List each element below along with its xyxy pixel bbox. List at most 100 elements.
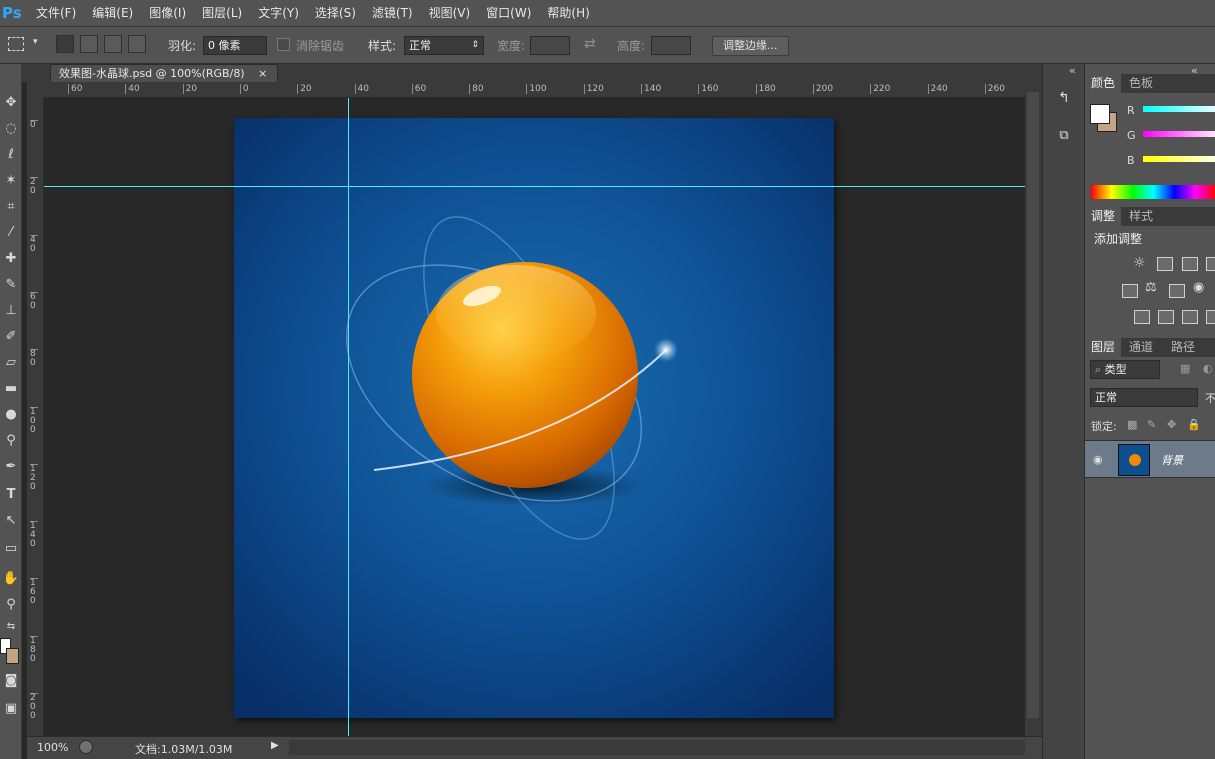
vertical-ruler[interactable]: 0 2 0 4 0 6 0 8 0 1 0 0 1 2 0 1 4 0 1 6 0 1 8 0 2 … [27,98,44,736]
levels-icon[interactable] [1157,257,1173,271]
pen-tool-icon[interactable]: ✒ [0,456,22,478]
layer-name[interactable]: 背景 [1161,452,1183,468]
lock-image-icon[interactable]: ✎ [1147,418,1156,431]
color-balance-icon[interactable] [1169,284,1185,298]
vertical-scrollbar[interactable] [1025,82,1042,736]
green-slider[interactable] [1143,131,1215,137]
lock-position-icon[interactable]: ✥ [1167,418,1176,431]
horizontal-guide[interactable] [44,186,1025,187]
horizontal-ruler[interactable]: 60 40 20 0 20 40 60 80 100 120 140 160 180 200 220 240 2… [44,82,1025,98]
status-arrow-icon[interactable]: ▶ [271,740,279,751]
lock-transparent-icon[interactable]: ▩ [1127,418,1137,431]
eyedropper-tool-icon[interactable]: ⁄ [0,222,22,244]
rectangle-tool-icon[interactable]: ▭ [0,538,22,560]
close-tab-icon[interactable]: × [258,67,267,80]
screen-mode-icon[interactable]: ▣ [0,698,22,720]
eraser-tool-icon[interactable]: ▱ [0,352,22,374]
document-tab[interactable]: 效果图-水晶球.psd @ 100%(RGB/8) × [50,64,279,82]
photo-filter-icon[interactable]: ◉ [1193,280,1204,295]
lasso-tool-icon[interactable]: ℓ [0,144,22,166]
tab-color[interactable]: 颜色 [1085,74,1122,93]
vibrance-icon[interactable] [1122,284,1138,298]
path-selection-tool-icon[interactable]: ↖ [0,510,22,532]
lock-all-icon[interactable]: 🔒 [1187,418,1201,431]
document-pasteboard[interactable] [44,98,1025,736]
menu-layer[interactable]: 图层(L) [194,0,250,26]
vertical-guide[interactable] [348,98,349,736]
clone-stamp-tool-icon[interactable]: ⊥ [0,300,22,322]
pixel-filter-icon[interactable]: ▦ [1180,362,1190,375]
invert-icon[interactable] [1134,310,1150,324]
menu-view[interactable]: 视图(V) [421,0,479,26]
curves-icon[interactable] [1182,257,1198,271]
scrollbar-thumb[interactable] [1027,92,1039,718]
exposure-icon[interactable] [1206,257,1215,271]
status-menu-icon[interactable] [79,740,93,754]
tab-channels[interactable]: 通道 [1123,338,1159,357]
horizontal-scrollbar[interactable] [289,740,1025,755]
feather-input[interactable]: 0 像素 [203,36,267,55]
document-canvas[interactable] [234,118,834,718]
elliptical-marquee-tool-icon[interactable]: ◌ [0,118,22,140]
marquee-tool-icon[interactable] [8,37,24,51]
color-spectrum-bar[interactable] [1091,185,1215,199]
layer-filter-select[interactable]: ⌕ 类型 [1090,360,1160,379]
move-tool-icon[interactable]: ✥ [0,92,22,114]
quick-mask-icon[interactable]: ◙ [0,670,22,692]
type-tool-icon[interactable]: T [0,484,22,506]
blend-mode-select[interactable]: 正常 [1090,388,1198,407]
height-input[interactable] [651,36,691,55]
menu-edit[interactable]: 编辑(E) [84,0,141,26]
crop-tool-icon[interactable]: ⌗ [0,196,22,218]
swap-dimensions-icon[interactable]: ⇄ [584,36,596,52]
intersect-selection-icon[interactable] [128,35,146,53]
layer-row[interactable]: ◉ 背景 [1085,440,1215,478]
magic-wand-tool-icon[interactable]: ✶ [0,170,22,192]
width-input[interactable] [530,36,570,55]
hue-saturation-icon[interactable]: ⚖ [1145,280,1157,295]
history-panel-icon[interactable]: ↰ [1054,88,1074,108]
hand-tool-icon[interactable]: ✋ [0,568,22,590]
antialias-checkbox[interactable] [277,38,290,51]
swap-colors-icon[interactable]: ⇆ [0,616,22,638]
tab-layers[interactable]: 图层 [1085,338,1122,357]
gradient-map-icon[interactable] [1206,310,1215,324]
tab-adjustments[interactable]: 调整 [1085,207,1122,226]
posterize-icon[interactable] [1158,310,1174,324]
red-slider[interactable] [1143,106,1215,112]
dodge-tool-icon[interactable]: ⚲ [0,430,22,452]
menu-select[interactable]: 选择(S) [307,0,364,26]
adjustment-filter-icon[interactable]: ◐ [1203,362,1213,375]
gradient-tool-icon[interactable]: ▬ [0,378,22,400]
ruler-origin[interactable] [27,82,44,98]
zoom-level[interactable]: 100% [37,741,68,754]
history-brush-tool-icon[interactable]: ✐ [0,326,22,348]
tab-paths[interactable]: 路径 [1165,338,1201,357]
subtract-from-selection-icon[interactable] [104,35,122,53]
tab-styles[interactable]: 样式 [1123,207,1159,226]
add-to-selection-icon[interactable] [80,35,98,53]
menu-type[interactable]: 文字(Y) [250,0,307,26]
refine-edge-button[interactable]: 调整边缘... [712,36,789,56]
healing-brush-tool-icon[interactable]: ✚ [0,248,22,270]
panel-foreground-swatch[interactable] [1090,104,1110,124]
menu-image[interactable]: 图像(I) [141,0,194,26]
menu-file[interactable]: 文件(F) [28,0,84,26]
3d-panel-icon[interactable]: ⧉ [1054,126,1074,146]
style-select[interactable]: 正常 ⇕ [404,36,484,55]
menu-help[interactable]: 帮助(H) [539,0,597,26]
menu-window[interactable]: 窗口(W) [478,0,539,26]
layer-visibility-icon[interactable]: ◉ [1093,453,1103,466]
zoom-tool-icon[interactable]: ⚲ [0,594,22,616]
menu-filter[interactable]: 滤镜(T) [364,0,421,26]
tab-swatches[interactable]: 色板 [1123,74,1159,93]
background-color-swatch[interactable] [6,648,19,664]
collapse-dock-icon[interactable]: « [1069,64,1076,77]
blue-slider[interactable] [1143,156,1215,162]
new-selection-icon[interactable] [56,35,74,53]
threshold-icon[interactable] [1182,310,1198,324]
brush-tool-icon[interactable]: ✎ [0,274,22,296]
tool-preset-chevron-icon[interactable]: ▾ [33,37,38,47]
brightness-contrast-icon[interactable]: ☼ [1133,255,1146,271]
blur-tool-icon[interactable]: ● [0,404,22,426]
